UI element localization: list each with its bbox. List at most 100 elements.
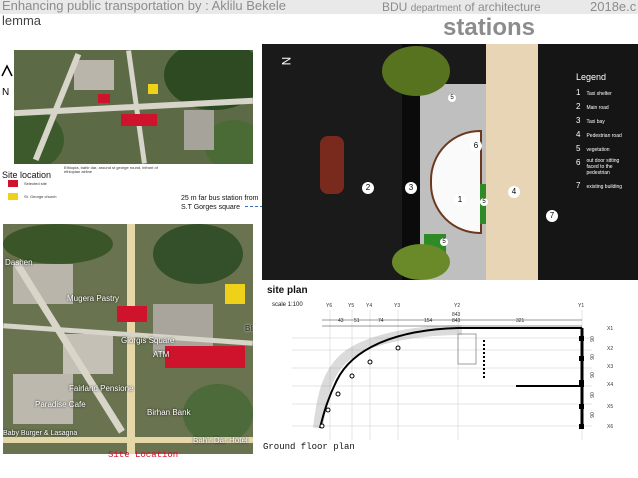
marker-4: 4: [508, 186, 520, 198]
axis-label: Y6: [326, 303, 333, 309]
place-label: Paradise Cafe: [35, 400, 86, 409]
dimension-label: 90: [589, 392, 596, 398]
dept-suffix: of architecture: [464, 0, 541, 14]
legend-number: 1: [576, 88, 581, 97]
site-plan-title: site plan: [267, 285, 308, 296]
ground-floor-drawing: [292, 310, 592, 440]
axis-label: Y5: [348, 303, 355, 309]
legend-number: 3: [576, 116, 581, 125]
dimension-label: 43: [338, 318, 344, 324]
compass-letter: N: [279, 56, 294, 66]
header-title-cont: lemma: [2, 13, 42, 28]
axis-label: Y3: [394, 303, 401, 309]
marker-2: 2: [362, 182, 374, 194]
legend-title: Legend: [576, 72, 607, 82]
axis-label: X3: [607, 364, 614, 370]
place-label: Bahir Dar Hotel: [193, 436, 248, 445]
legend-number: 5: [576, 144, 581, 153]
axis-label: X2: [607, 346, 614, 352]
legend-row: St. George church: [8, 193, 56, 200]
marker-7: 7: [546, 210, 558, 222]
header-title: Enhancing public transportation by : Akl…: [2, 0, 287, 13]
legend-label: St. George church: [24, 193, 57, 199]
selected-site-marker: [117, 306, 147, 322]
place-label: Baby Burger & Lasagna: [3, 430, 78, 437]
dimension-label: 90: [589, 412, 596, 418]
selected-site-area: [165, 346, 245, 368]
place-label: Birhan Bank: [147, 408, 191, 417]
legend-row: Selected site: [8, 180, 56, 187]
column-markers: [319, 345, 401, 429]
legend-label: Taxi bay: [586, 119, 605, 125]
plan-legend: Legend 1 Taxi shelter 2 Main road 3 Taxi bay 4…: [576, 72, 636, 190]
selected-site-marker: [98, 94, 110, 103]
legend-label: Taxi shelter: [586, 91, 612, 97]
place-label: Fairland Pensione: [69, 384, 134, 393]
dept-small: department: [410, 3, 462, 14]
palm-tree: [392, 244, 450, 280]
axis-label: X1: [607, 326, 614, 332]
site-location-title: Site location: [2, 170, 52, 180]
axis-label: Y2: [454, 303, 461, 309]
header-department: BDU department of architecture: [382, 0, 541, 14]
legend-item: 3 Taxi bay: [576, 116, 636, 125]
legend-item: 5 vegetation: [576, 144, 636, 153]
legend-label: Selected site: [24, 180, 47, 186]
marker-3: 3: [405, 182, 417, 194]
dimension-label: 90: [589, 336, 596, 342]
place-label: Giorgis Square: [121, 336, 175, 345]
legend-swatch: [8, 180, 18, 187]
dimension-label: 90: [589, 372, 596, 378]
car: [320, 136, 344, 194]
compass-top: N: [0, 62, 14, 102]
axis-label: Y4: [366, 303, 373, 309]
station-note: 25 m far bus station from S.T Gorges squ…: [181, 195, 259, 211]
marker-6: 6: [470, 140, 482, 152]
header-year: 2018e.c: [590, 0, 637, 14]
legend-list: 1 Taxi shelter 2 Main road 3 Taxi bay 4 Pedestr…: [576, 88, 636, 190]
site-location-caption: Site Location: [108, 450, 179, 460]
dimension-label: 51: [354, 318, 360, 324]
legend-label: vegetation: [586, 147, 610, 153]
axis-label: X4: [607, 382, 614, 388]
compass-letter: N: [2, 87, 10, 98]
site-plan-render: N 1 2 3 4 5 6 7 5 5 Legend 1 Taxi shelter…: [262, 44, 638, 280]
church-marker: [148, 84, 158, 94]
axis-label: Y1: [578, 303, 585, 309]
site-legend: Selected site St. George church: [8, 180, 56, 200]
place-label: ATM: [153, 350, 170, 359]
dept-prefix: BDU: [382, 0, 408, 14]
ground-floor-title: Ground floor plan: [263, 442, 355, 452]
map-top: [14, 50, 253, 164]
legend-label: Pedestrian road: [586, 133, 622, 139]
dimension-label: 74: [378, 318, 384, 324]
dimension-label: 154: [424, 318, 433, 324]
church-marker: [225, 284, 245, 304]
selected-site-area: [121, 114, 157, 126]
palm-tree: [382, 46, 450, 96]
legend-label: Main road: [586, 105, 609, 111]
axis-label: X5: [607, 404, 614, 410]
dimension-label: 321: [516, 318, 525, 324]
axis-label: X6: [607, 424, 614, 430]
legend-item: 2 Main road: [576, 102, 636, 111]
dimension-label: 843: [452, 318, 461, 324]
place-label: Mugera Pastry: [67, 294, 120, 303]
page-title: stations: [443, 14, 536, 41]
legend-number: 7: [576, 181, 581, 190]
place-label: Bli: [245, 324, 253, 333]
legend-number: 4: [576, 130, 581, 139]
compass-arrow-icon: [1, 64, 13, 77]
map-caption: Ethiopia, bahir dar, around st george ro…: [64, 165, 158, 174]
legend-item: 6 out door sitting faced to the pedestria…: [576, 158, 636, 176]
legend-item: 4 Pedestrian road: [576, 130, 636, 139]
marker-5: 5: [448, 94, 456, 102]
legend-swatch: [8, 193, 18, 200]
door: [457, 333, 477, 365]
marker-5: 5: [480, 198, 488, 206]
dimension-label: 90: [589, 354, 596, 360]
legend-label: out door sitting faced to the pedestrian: [586, 158, 620, 176]
marker-1: 1: [454, 194, 466, 206]
marker-5: 5: [440, 238, 448, 246]
legend-item: 7 existing building: [576, 181, 636, 190]
